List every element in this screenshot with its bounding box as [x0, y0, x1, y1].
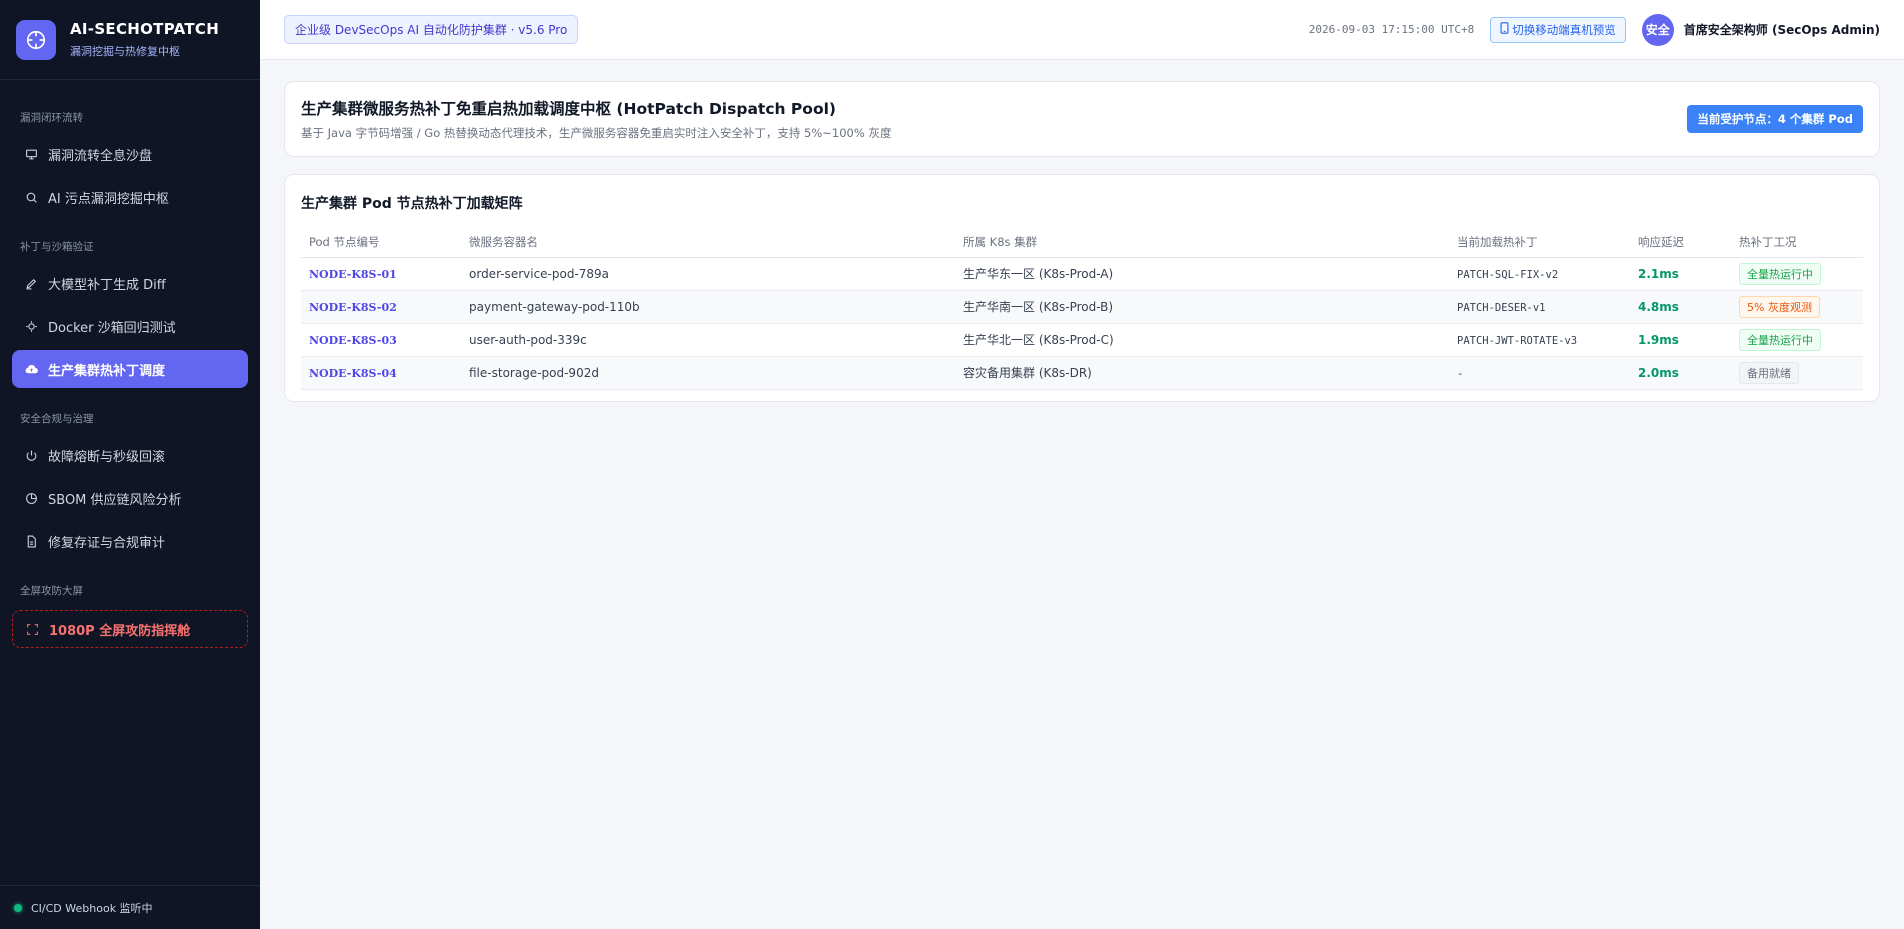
nav-group-label: 漏洞闭环流转 — [20, 112, 83, 124]
status-dot — [14, 903, 22, 912]
sidebar-item-sbom-analysis[interactable]: SBOM 供应链风险分析 — [12, 479, 248, 517]
pie-chart-icon — [24, 491, 38, 505]
sidebar-item-label: Docker 沙箱回归测试 — [48, 320, 176, 336]
sidebar-item-compliance-audit[interactable]: 修复存证与合规审计 — [12, 522, 248, 560]
response-latency: 2.1ms — [1638, 266, 1679, 281]
crosshair-icon — [16, 19, 56, 60]
file-icon — [24, 534, 38, 548]
column-header: 响应延迟 — [1630, 227, 1731, 258]
table-row[interactable]: NODE-K8S-03 user-auth-pod-339c 生产华北一区 (K… — [301, 323, 1863, 357]
status-badge: 备用就绪 — [1739, 361, 1799, 384]
sidebar-item-label: 生产集群热补丁调度 — [48, 363, 166, 379]
matrix-title: 生产集群 Pod 节点热补丁加载矩阵 — [301, 196, 523, 212]
sidebar-item-llm-patch-diff[interactable]: 大模型补丁生成 Diff — [12, 264, 248, 302]
sidebar-item-label: 大模型补丁生成 Diff — [48, 277, 166, 293]
column-header: 微服务容器名 — [461, 227, 955, 258]
pencil-icon — [24, 276, 38, 290]
top-header: 企业级 DevSecOps AI 自动化防护集群 · v5.6 Pro 2026… — [260, 0, 1904, 60]
nav-group-label: 安全合规与治理 — [20, 413, 94, 425]
column-header: 所属 K8s 集群 — [955, 227, 1449, 258]
sidebar-nav: 漏洞闭环流转 漏洞流转全息沙盘 AI 污点漏洞挖掘中枢 补丁与沙箱验证 大模型补… — [0, 80, 260, 648]
sidebar-item-ai-taint-mining[interactable]: AI 污点漏洞挖掘中枢 — [12, 178, 248, 216]
nav-group-label: 全屏攻防大屏 — [20, 585, 83, 597]
webhook-status-text: CI/CD Webhook 监听中 — [31, 901, 153, 915]
sidebar: AI-SECHOTPATCH 漏洞挖掘与热修复中枢 漏洞闭环流转 漏洞流转全息沙… — [0, 0, 260, 929]
column-header: Pod 节点编号 — [301, 227, 461, 258]
protected-nodes-badge: 当前受护节点：4 个集群 Pod — [1687, 105, 1863, 133]
mobile-icon — [1500, 22, 1509, 37]
datetime-display: 2026-09-03 17:15:00 UTC+8 — [1308, 23, 1475, 36]
pod-node-id[interactable]: NODE-K8S-02 — [309, 301, 397, 314]
page-description: 基于 Java 字节码增强 / Go 热替换动态代理技术，生产微服务容器免重启实… — [301, 126, 892, 140]
cloud-upload-icon — [24, 362, 38, 376]
status-badge: 全量热运行中 — [1739, 328, 1821, 351]
pod-matrix-table: Pod 节点编号 微服务容器名 所属 K8s 集群 当前加载热补丁 响应延迟 热… — [301, 227, 1863, 390]
hotpatch-hero-card: 生产集群微服务热补丁免重启热加载调度中枢 (HotPatch Dispatch … — [284, 81, 1880, 157]
k8s-cluster: 生产华南一区 (K8s-Prod-B) — [955, 290, 1449, 324]
power-icon — [24, 448, 38, 462]
table-header-row: Pod 节点编号 微服务容器名 所属 K8s 集群 当前加载热补丁 响应延迟 热… — [301, 227, 1863, 258]
status-badge: 5% 灰度观测 — [1739, 295, 1820, 318]
sidebar-item-label: 修复存证与合规审计 — [48, 535, 166, 551]
brand[interactable]: AI-SECHOTPATCH 漏洞挖掘与热修复中枢 — [0, 0, 260, 80]
sidebar-item-label: SBOM 供应链风险分析 — [48, 492, 182, 508]
response-latency: 1.9ms — [1638, 332, 1679, 347]
webhook-status: CI/CD Webhook 监听中 — [0, 885, 260, 929]
k8s-cluster: 生产华北一区 (K8s-Prod-C) — [955, 323, 1449, 357]
status-badge: 全量热运行中 — [1739, 262, 1821, 285]
user-name: 首席安全架构师 (SecOps Admin) — [1683, 23, 1880, 37]
fullscreen-icon — [25, 622, 39, 636]
table-row[interactable]: NODE-K8S-02 payment-gateway-pod-110b 生产华… — [301, 290, 1863, 324]
sidebar-item-label: AI 污点漏洞挖掘中枢 — [48, 191, 169, 207]
response-latency: 4.8ms — [1638, 299, 1679, 314]
sidebar-item-vuln-sandtable[interactable]: 漏洞流转全息沙盘 — [12, 135, 248, 173]
sidebar-item-hotpatch-dispatch[interactable]: 生产集群热补丁调度 — [12, 350, 248, 388]
table-row[interactable]: NODE-K8S-01 order-service-pod-789a 生产华东一… — [301, 257, 1863, 291]
loaded-patch: PATCH-SQL-FIX-v2 — [1457, 268, 1559, 281]
loaded-patch: PATCH-JWT-ROTATE-v3 — [1457, 334, 1578, 347]
column-header: 热补丁工况 — [1731, 227, 1863, 258]
pod-node-id[interactable]: NODE-K8S-04 — [309, 367, 397, 380]
cpu-icon — [24, 319, 38, 333]
sidebar-item-fullscreen-command[interactable]: 1080P 全屏攻防指挥舱 — [12, 610, 248, 648]
k8s-cluster: 容灾备用集群 (K8s-DR) — [955, 356, 1449, 390]
loaded-patch: PATCH-DESER-v1 — [1457, 301, 1546, 314]
brand-title: AI-SECHOTPATCH — [70, 20, 220, 38]
user-menu[interactable]: 安全 首席安全架构师 (SecOps Admin) — [1641, 13, 1880, 46]
sidebar-item-label: 漏洞流转全息沙盘 — [48, 148, 153, 164]
sidebar-item-label: 1080P 全屏攻防指挥舱 — [49, 623, 191, 639]
sidebar-item-circuit-rollback[interactable]: 故障熔断与秒级回滚 — [12, 436, 248, 474]
k8s-cluster: 生产华东一区 (K8s-Prod-A) — [955, 257, 1449, 291]
nav-group-label: 补丁与沙箱验证 — [20, 241, 94, 253]
table-row[interactable]: NODE-K8S-04 file-storage-pod-902d 容灾备用集群… — [301, 356, 1863, 390]
column-header: 当前加载热补丁 — [1449, 227, 1630, 258]
pod-matrix-card: 生产集群 Pod 节点热补丁加载矩阵 Pod 节点编号 微服务容器名 所属 K8… — [284, 174, 1880, 402]
pod-node-id[interactable]: NODE-K8S-01 — [309, 268, 397, 281]
mobile-preview-label: 切换移动端真机预览 — [1512, 24, 1616, 37]
container-name: order-service-pod-789a — [461, 257, 955, 291]
sidebar-item-docker-sandbox[interactable]: Docker 沙箱回归测试 — [12, 307, 248, 345]
brand-subtitle: 漏洞挖掘与热修复中枢 — [70, 45, 180, 58]
search-icon — [24, 190, 38, 204]
env-badge: 企业级 DevSecOps AI 自动化防护集群 · v5.6 Pro — [284, 15, 579, 44]
container-name: payment-gateway-pod-110b — [461, 290, 955, 324]
mobile-preview-button[interactable]: 切换移动端真机预览 — [1490, 16, 1626, 43]
page-title: 生产集群微服务热补丁免重启热加载调度中枢 (HotPatch Dispatch … — [301, 100, 836, 118]
avatar: 安全 — [1641, 13, 1674, 46]
pod-node-id[interactable]: NODE-K8S-03 — [309, 334, 397, 347]
container-name: file-storage-pod-902d — [461, 356, 955, 390]
response-latency: 2.0ms — [1638, 365, 1679, 380]
loaded-patch: - — [1457, 367, 1464, 380]
container-name: user-auth-pod-339c — [461, 323, 955, 357]
monitor-icon — [24, 147, 38, 161]
sidebar-item-label: 故障熔断与秒级回滚 — [48, 449, 166, 465]
